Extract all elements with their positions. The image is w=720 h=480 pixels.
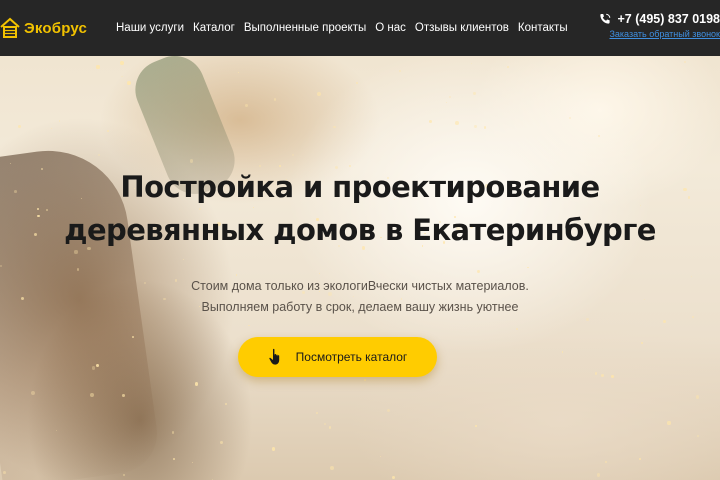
callback-link[interactable]: Заказать обратный звонок <box>580 29 720 39</box>
nav-item-about[interactable]: О нас <box>375 22 406 34</box>
sawdust-particle <box>569 117 571 119</box>
nav-item-reviews[interactable]: Отзывы клиентов <box>415 22 509 34</box>
sawdust-particle <box>330 466 334 470</box>
sawdust-particle <box>96 65 100 69</box>
phone-icon <box>600 13 611 24</box>
nav-item-projects[interactable]: Выполненные проекты <box>244 22 366 34</box>
sawdust-particle <box>17 124 21 128</box>
sawdust-particle <box>2 470 6 474</box>
sawdust-particle <box>194 381 199 386</box>
sawdust-particle <box>291 153 294 156</box>
view-catalog-button[interactable]: Посмотреть каталог <box>238 337 437 377</box>
phone-number[interactable]: +7 (495) 837 0198 <box>617 12 720 26</box>
logo-text: Экобрус <box>24 19 88 37</box>
house-logo-icon <box>0 17 20 38</box>
sawdust-particle <box>667 421 671 425</box>
sawdust-particle <box>355 81 358 84</box>
sawdust-particle <box>683 60 686 63</box>
sawdust-particle <box>507 66 509 68</box>
phone-row: +7 (495) 837 0198 <box>580 12 720 26</box>
contact-block: +7 (495) 837 0198 Заказать обратный звон… <box>580 12 720 39</box>
sawdust-particle <box>272 447 276 451</box>
sawdust-particle <box>190 159 194 163</box>
pointer-hand-icon <box>268 348 279 365</box>
nav-item-services[interactable]: Наши услуги <box>116 22 184 34</box>
sawdust-particle <box>192 461 194 463</box>
site-header: Экобрус Наши услуги Каталог Выполненные … <box>0 0 720 56</box>
sawdust-particle <box>473 92 476 95</box>
sawdust-particle <box>561 351 564 353</box>
sawdust-particle <box>333 125 336 129</box>
hero-title-line-1: Постройка и проектирование <box>120 170 600 204</box>
hero-title: Постройка и проектирование деревянных до… <box>0 166 720 252</box>
sawdust-particle <box>597 134 600 137</box>
hero-subtitle: Стоим дома только из экологиВчески чисты… <box>0 276 720 318</box>
sawdust-particle <box>244 104 248 108</box>
sawdust-particle <box>316 91 321 96</box>
sawdust-particle <box>248 324 250 327</box>
sawdust-particle <box>697 435 699 437</box>
page: Экобрус Наши услуги Каталог Выполненные … <box>0 0 720 480</box>
view-catalog-label: Посмотреть каталог <box>295 350 408 364</box>
sawdust-particle <box>475 425 478 427</box>
sawdust-particle <box>120 61 124 65</box>
sawdust-particle <box>171 431 175 434</box>
sawdust-particle <box>273 97 277 101</box>
sawdust-particle <box>596 473 600 477</box>
sawdust-particle <box>219 441 223 445</box>
sawdust-particle <box>106 130 109 133</box>
sawdust-particle <box>132 336 135 338</box>
nav-item-contacts[interactable]: Контакты <box>518 22 568 34</box>
sawdust-particle <box>586 317 590 321</box>
sawdust-particle <box>90 393 94 397</box>
nav-item-catalog[interactable]: Каталог <box>193 22 235 34</box>
sawdust-particle <box>31 390 36 395</box>
sawdust-particle <box>126 81 131 85</box>
hero-subtitle-line-2: Выполняем работу в срок, делаем вашу жиз… <box>201 300 519 314</box>
hero-title-line-2: деревянных домов в Екатеринбурге <box>64 213 656 247</box>
sawdust-particle <box>121 75 123 77</box>
main-nav: Наши услуги Каталог Выполненные проекты … <box>116 0 577 56</box>
sawdust-particle <box>91 365 96 370</box>
logo[interactable]: Экобрус <box>0 14 87 42</box>
hero-subtitle-line-1: Стоим дома только из экологиВчески чисты… <box>191 279 529 293</box>
sawdust-particle <box>610 375 614 379</box>
